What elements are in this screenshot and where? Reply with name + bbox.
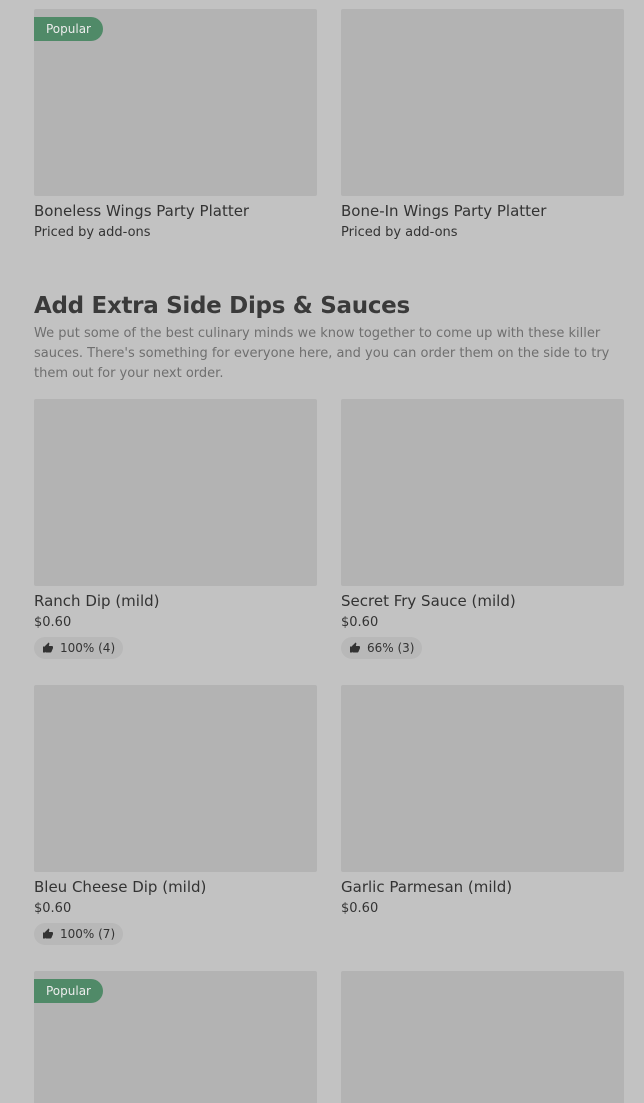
rating-text: 100% (4): [60, 641, 116, 655]
item-image[interactable]: [34, 685, 317, 872]
item-image[interactable]: Popular: [34, 9, 317, 196]
rating-badge: 66% (3): [341, 637, 423, 659]
menu-page: Popular Boneless Wings Party Platter Pri…: [0, 0, 644, 1103]
popular-badge: Popular: [34, 979, 103, 1003]
rating-text: 100% (7): [60, 927, 116, 941]
item-image[interactable]: [341, 685, 624, 872]
menu-item-card[interactable]: Garlic Parmesan (mild) $0.60: [341, 685, 624, 918]
popular-badge: Popular: [34, 17, 103, 41]
item-name: Garlic Parmesan (mild): [341, 878, 513, 896]
thumbs-up-icon: [43, 928, 53, 939]
item-name: Bleu Cheese Dip (mild): [34, 878, 207, 896]
menu-item-card[interactable]: [341, 971, 624, 1103]
rating-badge: 100% (4): [34, 637, 124, 659]
item-price: $0.60: [341, 615, 379, 630]
rating-badge: 100% (7): [34, 923, 124, 945]
item-price: Priced by add-ons: [34, 225, 151, 240]
item-image[interactable]: [341, 9, 624, 196]
item-price: Priced by add-ons: [341, 225, 458, 240]
item-name: Secret Fry Sauce (mild): [341, 592, 516, 610]
item-price: $0.60: [341, 901, 379, 916]
thumbs-up-icon: [350, 642, 360, 653]
menu-item-card[interactable]: Ranch Dip (mild) $0.60 100% (4): [34, 399, 317, 659]
item-name: Boneless Wings Party Platter: [34, 202, 250, 220]
menu-item-card[interactable]: Secret Fry Sauce (mild) $0.60 66% (3): [341, 399, 624, 659]
menu-item-card[interactable]: Bleu Cheese Dip (mild) $0.60 100% (7): [34, 685, 317, 945]
menu-item-card[interactable]: Popular: [34, 971, 317, 1103]
rating-text: 66% (3): [367, 641, 415, 655]
item-image[interactable]: [341, 399, 624, 586]
section-title: Add Extra Side Dips & Sauces: [34, 293, 410, 319]
section-description: We put some of the best culinary minds w…: [34, 326, 610, 381]
menu-item-card[interactable]: Popular Boneless Wings Party Platter Pri…: [34, 9, 317, 242]
item-image[interactable]: Popular: [34, 971, 317, 1103]
item-price: $0.60: [34, 901, 72, 916]
item-image[interactable]: [341, 971, 624, 1103]
item-image[interactable]: [34, 399, 317, 586]
thumbs-up-icon: [43, 642, 53, 653]
item-name: Bone-In Wings Party Platter: [341, 202, 547, 220]
menu-item-card[interactable]: Bone-In Wings Party Platter Priced by ad…: [341, 9, 624, 242]
item-name: Ranch Dip (mild): [34, 592, 160, 610]
item-price: $0.60: [34, 615, 72, 630]
